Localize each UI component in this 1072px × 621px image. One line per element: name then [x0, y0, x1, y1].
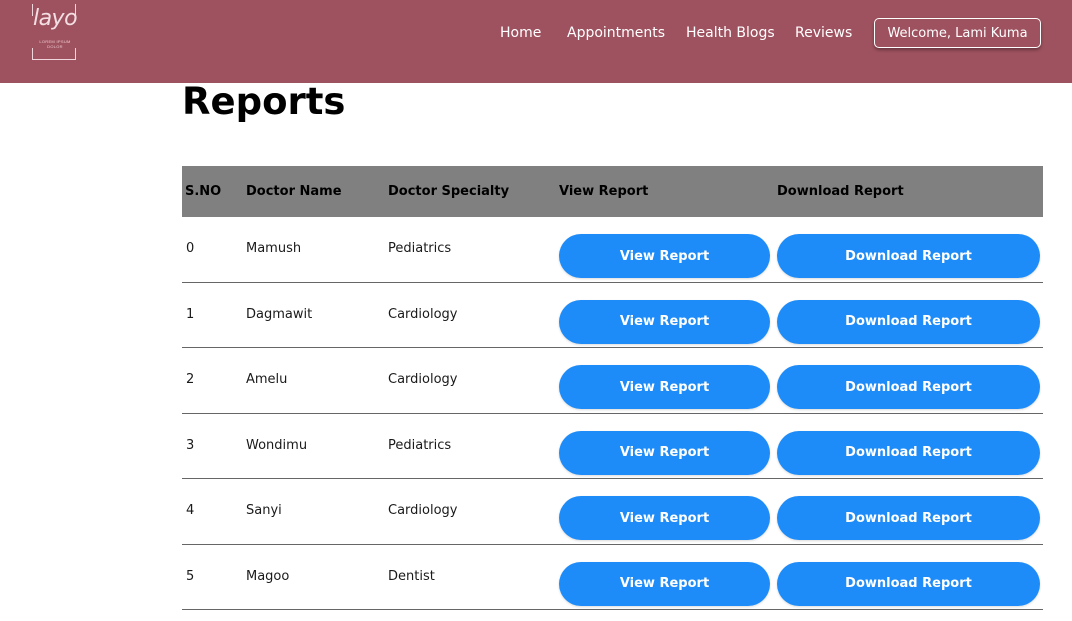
cell-doctor-specialty: Cardiology — [388, 372, 458, 387]
download-report-button[interactable]: Download Report — [777, 299, 1040, 344]
cell-sno: 1 — [186, 306, 195, 322]
table-row: 1 Dagmawit Cardiology View Report Downlo… — [182, 283, 1043, 348]
download-report-button[interactable]: Download Report — [777, 496, 1040, 540]
cell-doctor-name: Amelu — [246, 372, 288, 387]
view-report-button[interactable]: View Report — [559, 430, 770, 475]
table-row: 0 Mamush Pediatrics View Report Download… — [182, 217, 1043, 283]
page-title: Reports — [182, 80, 346, 123]
header-view-report: View Report — [559, 184, 649, 199]
view-report-button[interactable]: View Report — [559, 234, 770, 278]
logo-word: layo — [32, 6, 78, 31]
cell-sno: 5 — [186, 568, 195, 584]
view-report-button[interactable]: View Report — [559, 561, 770, 606]
cell-doctor-name: Magoo — [246, 568, 290, 584]
table-row: 2 Amelu Cardiology View Report Download … — [182, 348, 1043, 414]
cell-doctor-specialty: Cardiology — [388, 306, 458, 322]
download-report-button[interactable]: Download Report — [777, 561, 1040, 606]
cell-doctor-specialty: Cardiology — [388, 503, 458, 518]
cell-doctor-specialty: Dentist — [388, 568, 435, 584]
top-navbar: layo LOREM IPSUM DOLOR Home Appointments… — [0, 0, 1072, 83]
cell-doctor-name: Sanyi — [246, 503, 282, 518]
header-doctor-specialty: Doctor Specialty — [388, 184, 510, 199]
nav-link-health-blogs[interactable]: Health Blogs — [686, 25, 775, 41]
view-report-button[interactable]: View Report — [559, 365, 770, 409]
view-report-button[interactable]: View Report — [559, 299, 770, 344]
table-row: 5 Magoo Dentist View Report Download Rep… — [182, 545, 1043, 610]
reports-table: S.NO Doctor Name Doctor Specialty View R… — [182, 166, 1043, 610]
cell-doctor-specialty: Pediatrics — [388, 241, 452, 256]
download-report-button[interactable]: Download Report — [777, 234, 1040, 278]
cell-sno: 0 — [186, 241, 195, 256]
view-report-button[interactable]: View Report — [559, 496, 770, 540]
table-row: 3 Wondimu Pediatrics View Report Downloa… — [182, 414, 1043, 479]
header-sno: S.NO — [185, 184, 222, 199]
header-download-report: Download Report — [777, 184, 904, 199]
cell-doctor-name: Mamush — [246, 241, 302, 256]
cell-doctor-specialty: Pediatrics — [388, 437, 452, 453]
cell-doctor-name: Dagmawit — [246, 306, 313, 322]
header-doctor-name: Doctor Name — [246, 184, 342, 199]
brand-logo[interactable]: layo LOREM IPSUM DOLOR — [32, 4, 78, 60]
table-row: 4 Sanyi Cardiology View Report Download … — [182, 479, 1043, 545]
nav-link-reviews[interactable]: Reviews — [795, 25, 852, 41]
welcome-user-button[interactable]: Welcome, Lami Kuma — [874, 18, 1041, 48]
cell-doctor-name: Wondimu — [246, 437, 308, 453]
download-report-button[interactable]: Download Report — [777, 365, 1040, 409]
nav-link-appointments[interactable]: Appointments — [567, 25, 665, 41]
table-header: S.NO Doctor Name Doctor Specialty View R… — [182, 166, 1043, 217]
logo-frame-bottom — [32, 48, 76, 60]
download-report-button[interactable]: Download Report — [777, 430, 1040, 475]
nav-link-home[interactable]: Home — [500, 25, 541, 41]
cell-sno: 2 — [186, 372, 195, 387]
cell-sno: 3 — [186, 437, 195, 453]
cell-sno: 4 — [186, 503, 195, 518]
